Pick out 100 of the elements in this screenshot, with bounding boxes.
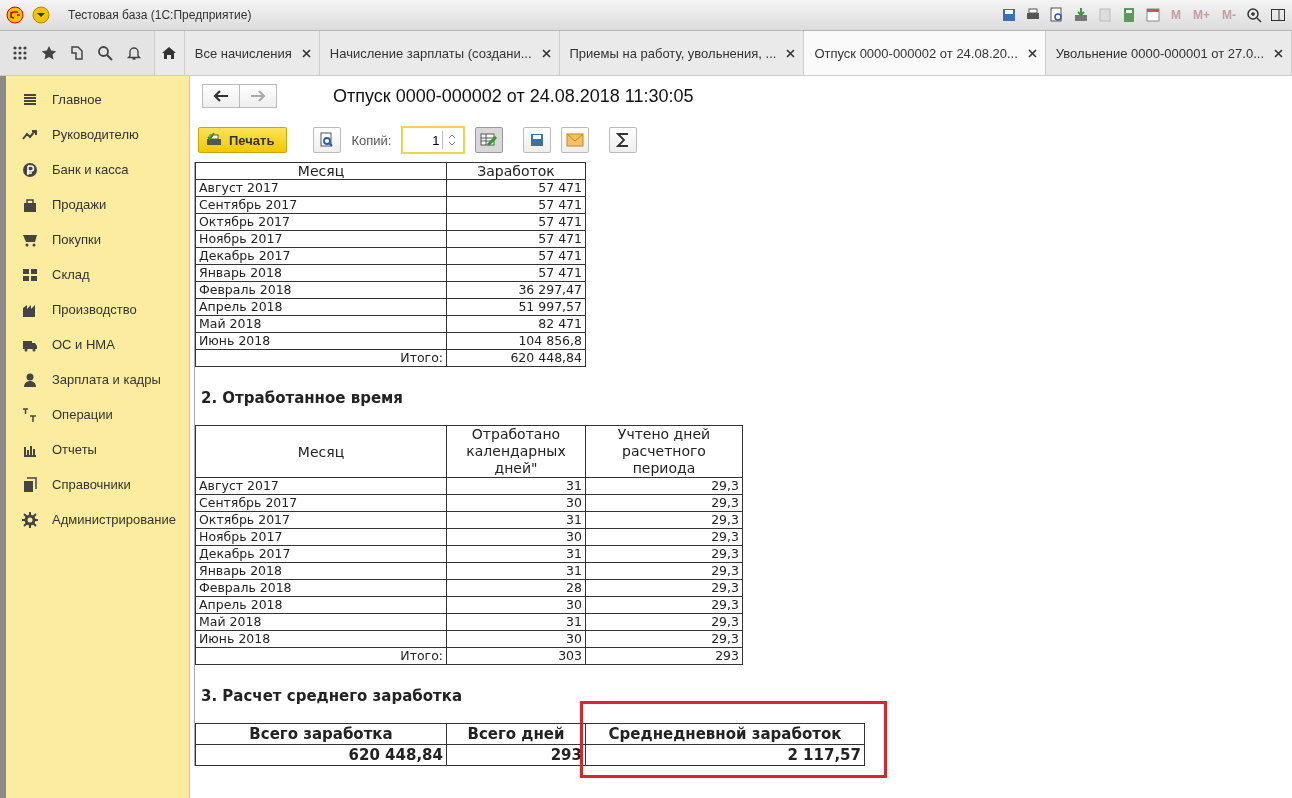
sidebar-item[interactable]: Справочники — [6, 467, 189, 502]
back-button[interactable] — [202, 84, 240, 108]
table-cell: 29,3 — [585, 477, 743, 495]
table-cell: 57 471 — [446, 230, 586, 248]
close-icon[interactable] — [301, 48, 311, 58]
close-icon[interactable] — [786, 48, 796, 58]
apps-grid-icon[interactable] — [12, 45, 29, 61]
table-cell: 82 471 — [446, 315, 586, 333]
table-cell: 30 — [446, 528, 586, 546]
table-cell: Апрель 2018 — [195, 596, 447, 614]
table-cell: 104 856,8 — [446, 332, 586, 350]
sidebar-item[interactable]: Администрирование — [6, 502, 189, 537]
table-cell: 30 — [446, 494, 586, 512]
sidebar-label: Отчеты — [52, 442, 97, 457]
column-header: Отработано календарных дней" — [446, 425, 586, 478]
search-icon[interactable] — [97, 45, 114, 61]
sidebar-label: ОС и НМА — [52, 337, 115, 352]
sidebar-item[interactable]: Операции — [6, 397, 189, 432]
table-cell: Август 2017 — [195, 179, 447, 197]
table-cell: 31 — [446, 511, 586, 529]
sidebar-item[interactable]: Руководителю — [6, 117, 189, 152]
calendar-icon[interactable] — [1145, 7, 1161, 23]
preview-button[interactable] — [313, 127, 342, 153]
sidebar-label: Склад — [52, 267, 90, 282]
sidebar-item[interactable]: Зарплата и кадры — [6, 362, 189, 397]
table-cell: Январь 2018 — [195, 562, 447, 580]
close-icon[interactable] — [1027, 48, 1037, 58]
zoom-icon[interactable] — [1246, 7, 1262, 23]
column-header: Среднедневной заработок — [585, 723, 865, 745]
table-cell: 29,3 — [585, 545, 743, 563]
table-cell: Май 2018 — [195, 315, 447, 333]
copies-input[interactable]: 1 — [401, 126, 466, 154]
section-icon — [22, 476, 38, 493]
app-logo-icon[interactable] — [6, 6, 24, 24]
forward-arrow-icon — [250, 90, 266, 102]
preview-icon[interactable] — [1049, 7, 1065, 23]
column-header: Всего дней — [446, 723, 586, 745]
table-cell: 29,3 — [585, 596, 743, 614]
column-header: Месяц — [195, 425, 447, 478]
sigma-icon — [616, 132, 631, 148]
table-cell: 57 471 — [446, 196, 586, 214]
table-cell: Декабрь 2017 — [195, 247, 447, 265]
bell-icon[interactable] — [125, 45, 142, 61]
star-icon[interactable] — [40, 45, 57, 61]
table-cell: Июнь 2018 — [195, 332, 447, 350]
window-icon[interactable] — [1270, 7, 1286, 23]
table-cell: Октябрь 2017 — [195, 213, 447, 231]
sidebar-item[interactable]: Главное — [6, 82, 189, 117]
table-cell: 29,3 — [585, 613, 743, 631]
table-cell: Январь 2018 — [195, 264, 447, 282]
home-icon[interactable] — [161, 45, 178, 61]
sidebar-item[interactable]: ОС и НМА — [6, 327, 189, 362]
envelope-icon — [566, 133, 585, 147]
sidebar-label: Руководителю — [52, 127, 139, 142]
table-cell: 29,3 — [585, 562, 743, 580]
table-cell: 620 448,84 — [446, 349, 586, 367]
tab[interactable]: Отпуск 0000-000002 от 24.08.20... — [804, 31, 1046, 75]
table-cell: 29,3 — [585, 511, 743, 529]
print-button[interactable]: Печать — [198, 127, 288, 153]
sidebar-label: Операции — [52, 407, 113, 422]
save-icon[interactable] — [1001, 7, 1017, 23]
table-cell: 51 997,57 — [446, 298, 586, 316]
table-pencil-icon — [480, 132, 499, 148]
section-icon — [22, 511, 38, 528]
table-cell: 28 — [446, 579, 586, 597]
export-icon[interactable] — [1073, 7, 1089, 23]
table-cell: 30 — [446, 630, 586, 648]
section-heading: 3. Расчет среднего заработка — [201, 687, 464, 705]
section-icon — [22, 196, 38, 213]
table-cell: 303 — [446, 647, 586, 665]
section-icon — [22, 161, 38, 178]
table-cell: Февраль 2018 — [195, 579, 447, 597]
table-cell: 293 — [446, 744, 586, 766]
sidebar-item[interactable]: Банк и касса — [6, 152, 189, 187]
section-heading: 2. Отработанное время — [201, 389, 404, 407]
dropdown-icon[interactable] — [32, 6, 50, 24]
table-cell: Февраль 2018 — [195, 281, 447, 299]
sidebar-item[interactable]: Покупки — [6, 222, 189, 257]
sidebar-item[interactable]: Производство — [6, 292, 189, 327]
table-cell: 293 — [585, 647, 743, 665]
save-button[interactable] — [523, 127, 552, 153]
calculator-icon[interactable] — [1121, 7, 1137, 23]
table-cell: Декабрь 2017 — [195, 545, 447, 563]
table-cell: 29,3 — [585, 630, 743, 648]
close-icon[interactable] — [1274, 48, 1283, 58]
edit-table-button[interactable] — [475, 127, 504, 153]
table-cell: 57 471 — [446, 247, 586, 265]
sum-button[interactable] — [609, 127, 638, 153]
close-icon[interactable] — [541, 48, 551, 58]
sidebar-item[interactable]: Склад — [6, 257, 189, 292]
sidebar-label: Производство — [52, 302, 137, 317]
sidebar-label: Главное — [52, 92, 102, 107]
table-cell: 29,3 — [585, 579, 743, 597]
table-cell: 31 — [446, 562, 586, 580]
sidebar-item[interactable]: Отчеты — [6, 432, 189, 467]
sidebar-label: Справочники — [52, 477, 131, 492]
sidebar-item[interactable]: Продажи — [6, 187, 189, 222]
table-cell: 29,3 — [585, 528, 743, 546]
sidebar-label: Покупки — [52, 232, 101, 247]
section-icon — [22, 406, 38, 423]
